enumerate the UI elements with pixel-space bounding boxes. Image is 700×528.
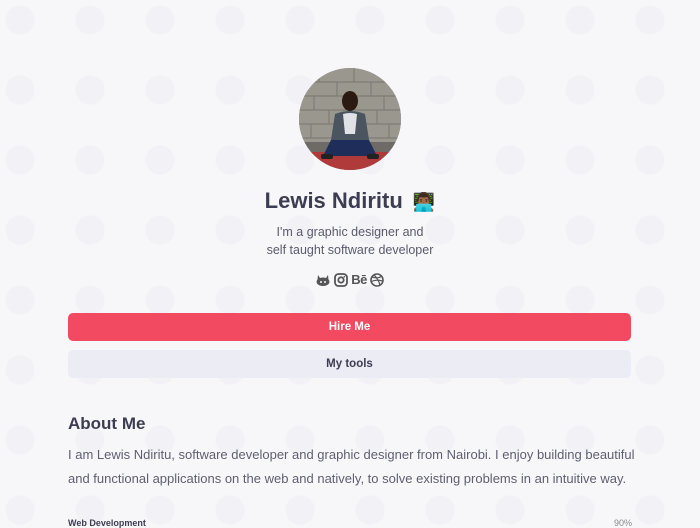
- bio-line-1: I'm a graphic designer and: [276, 225, 424, 239]
- profile-page: Lewis Ndiritu 👨🏾‍💻 I'm a graphic designe…: [0, 0, 700, 528]
- dribbble-icon[interactable]: [369, 272, 385, 288]
- profile-name-text: Lewis Ndiritu: [264, 188, 403, 213]
- technologist-emoji: 👨🏾‍💻: [412, 192, 436, 212]
- behance-icon[interactable]: Bē: [351, 272, 367, 288]
- hire-me-button[interactable]: Hire Me: [68, 313, 631, 341]
- avatar: [299, 68, 401, 170]
- avatar-photo: [299, 68, 401, 170]
- about-text: I am Lewis Ndiritu, software developer a…: [68, 447, 635, 486]
- behance-icon-text: Bē: [351, 272, 367, 287]
- profile-bio: I'm a graphic designer and self taught s…: [0, 223, 700, 259]
- github-icon[interactable]: [315, 272, 331, 288]
- profile-name: Lewis Ndiritu 👨🏾‍💻: [0, 188, 700, 214]
- skill-label: Web Development: [68, 518, 146, 528]
- bio-line-2: self taught software developer: [266, 243, 434, 257]
- instagram-icon[interactable]: [333, 272, 349, 288]
- social-links: Bē: [0, 272, 700, 288]
- skill-percent: 90%: [613, 518, 632, 528]
- about-title: About Me: [68, 414, 146, 433]
- skill-row: Web Development 90%: [68, 518, 632, 528]
- my-tools-button[interactable]: My tools: [68, 350, 631, 378]
